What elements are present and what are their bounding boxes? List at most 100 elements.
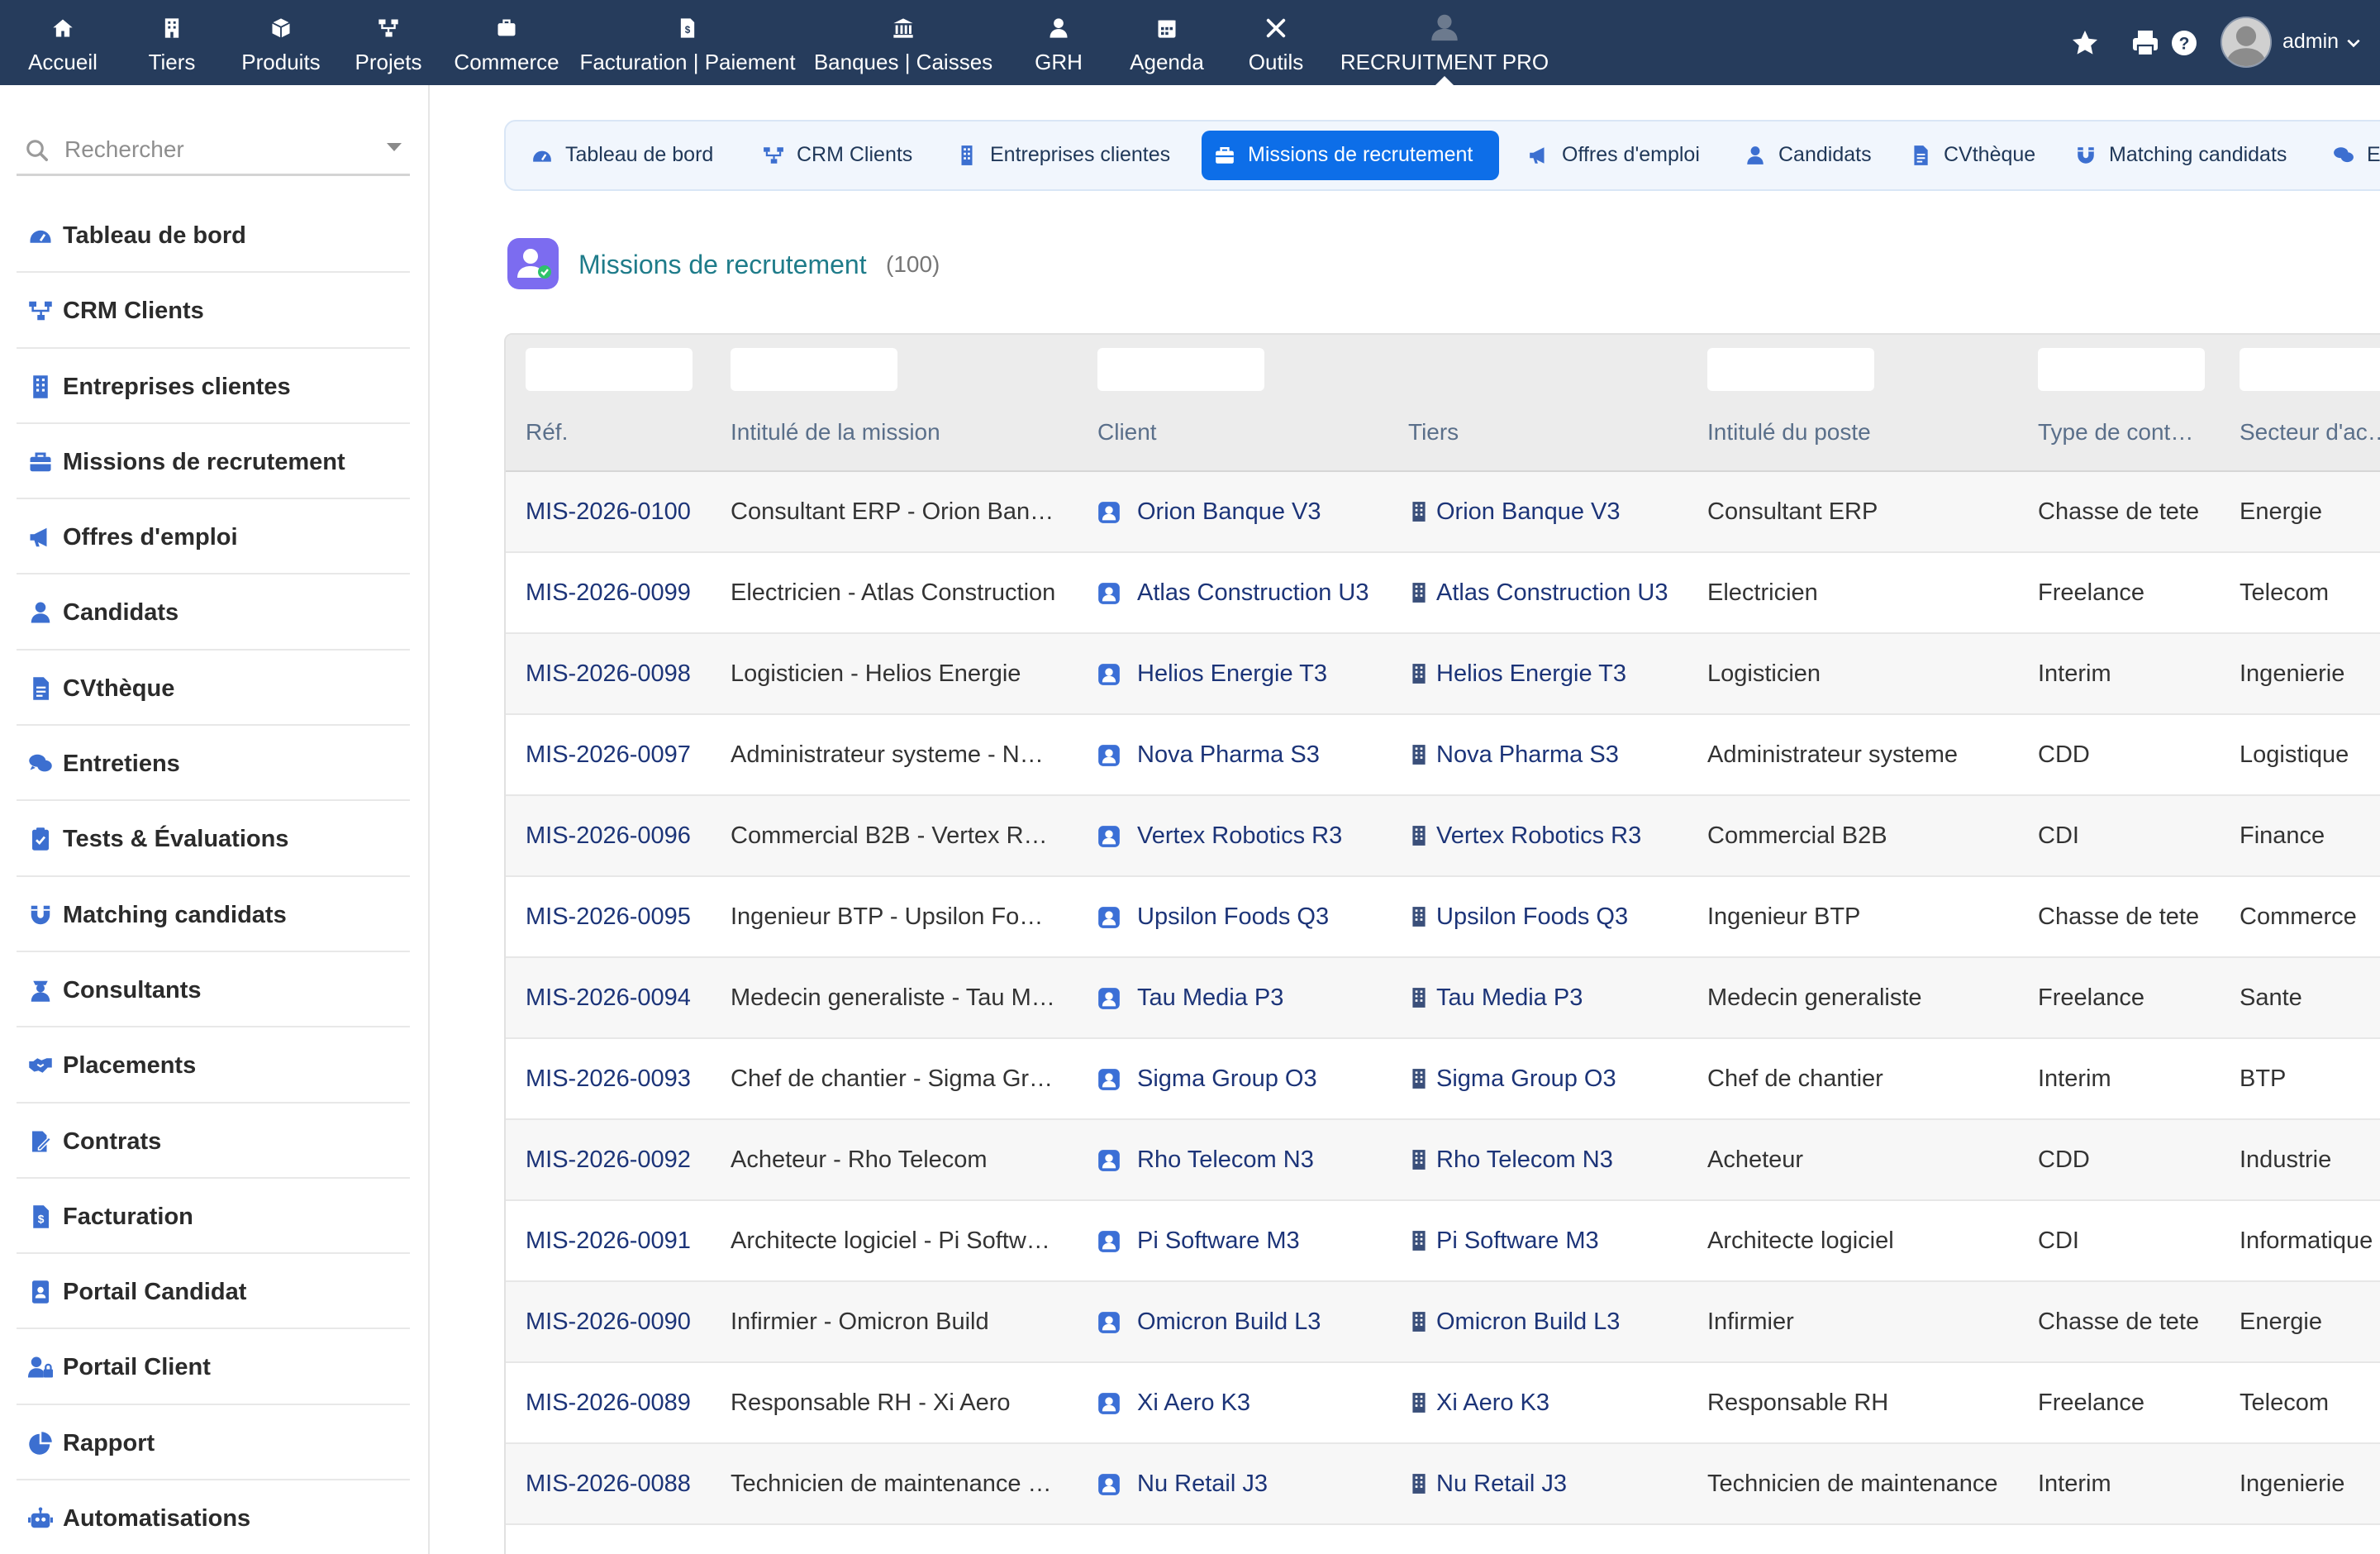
tiers-link[interactable]: Vertex Robotics R3 (1436, 822, 1701, 850)
client-link[interactable]: Sigma Group O3 (1137, 1065, 1402, 1093)
topnav-tiers[interactable]: Tiers (131, 0, 213, 85)
tiers-link[interactable]: Sigma Group O3 (1436, 1065, 1701, 1093)
column-header-poste[interactable]: Intitulé du poste (1707, 419, 1871, 446)
topnav-outils[interactable]: Outils (1238, 0, 1314, 85)
table-row[interactable]: MIS-2026-0097 Administrateur systeme - N…… (506, 715, 2380, 796)
client-link[interactable]: Nu Retail J3 (1137, 1471, 1402, 1498)
column-header-tiers[interactable]: Tiers (1408, 419, 1459, 446)
table-row[interactable]: MIS-2026-0098 Logisticien - Helios Energi… (506, 634, 2380, 715)
tab-matching-candidats[interactable]: Matching candidats (2063, 131, 2302, 180)
sidebar-item-missions-de-recrutement[interactable]: Missions de recrutement (17, 424, 410, 500)
mission-ref-link[interactable]: MIS-2026-0093 (526, 1065, 724, 1093)
avatar[interactable] (2221, 17, 2272, 68)
client-link[interactable]: Orion Banque V3 (1137, 498, 1402, 526)
tiers-link[interactable]: Orion Banque V3 (1436, 498, 1701, 526)
filter-mission[interactable] (731, 348, 897, 391)
tiers-link[interactable]: Nova Pharma S3 (1436, 741, 1701, 769)
column-header-ref[interactable]: Réf. (526, 419, 568, 446)
tab-offres-d-emploi[interactable]: Offres d'emploi (1516, 131, 1711, 180)
mission-ref-link[interactable]: MIS-2026-0088 (526, 1471, 724, 1498)
sidebar-item-tests-evaluations[interactable]: Tests & Évaluations (17, 801, 410, 877)
search-input[interactable] (64, 131, 378, 168)
tiers-link[interactable]: Helios Energie T3 (1436, 660, 1701, 688)
client-link[interactable]: Nova Pharma S3 (1137, 741, 1402, 769)
sidebar-item-rapport[interactable]: Rapport (17, 1405, 410, 1481)
client-link[interactable]: Upsilon Foods Q3 (1137, 903, 1402, 931)
sidebar-item-tableau-de-bord[interactable]: Tableau de bord (17, 198, 410, 274)
sidebar-item-crm-clients[interactable]: CRM Clients (17, 273, 410, 349)
table-row[interactable]: MIS-2026-0093 Chef de chantier - Sigma Gr… (506, 1039, 2380, 1120)
chevron-down-icon[interactable] (387, 143, 402, 151)
filter-type[interactable] (2038, 348, 2205, 391)
tiers-link[interactable]: Xi Aero K3 (1436, 1390, 1701, 1417)
column-header-type[interactable]: Type de cont… (2038, 419, 2193, 446)
mission-ref-link[interactable]: MIS-2026-0098 (526, 660, 724, 688)
tiers-link[interactable]: Atlas Construction U3 (1436, 579, 1701, 607)
client-link[interactable]: Rho Telecom N3 (1137, 1146, 1402, 1174)
sidebar-item-candidats[interactable]: Candidats (17, 574, 410, 651)
table-row[interactable] (506, 1525, 2380, 1554)
client-link[interactable]: Pi Software M3 (1137, 1227, 1402, 1255)
column-header-client[interactable]: Client (1097, 419, 1157, 446)
topnav-banques[interactable]: Banques | Caisses (813, 0, 993, 85)
topnav-grh[interactable]: GRH (1025, 0, 1092, 85)
sidebar-item-offres-d-emploi[interactable]: Offres d'emploi (17, 499, 410, 575)
mission-ref-link[interactable]: MIS-2026-0094 (526, 984, 724, 1012)
table-row[interactable]: MIS-2026-0091 Architecte logiciel - Pi So… (506, 1201, 2380, 1282)
mission-ref-link[interactable]: MIS-2026-0092 (526, 1146, 724, 1174)
mission-ref-link[interactable]: MIS-2026-0099 (526, 579, 724, 607)
tab-missions-de-recrutement[interactable]: Missions de recrutement (1202, 131, 1499, 180)
tab-crm-clients[interactable]: CRM Clients (750, 131, 927, 180)
sidebar-item-placements[interactable]: Placements (17, 1027, 410, 1104)
mission-ref-link[interactable]: MIS-2026-0089 (526, 1390, 724, 1417)
sidebar-item-entreprises-clientes[interactable]: Entreprises clientes (17, 349, 410, 424)
print-icon[interactable] (2130, 28, 2160, 58)
column-header-mission[interactable]: Intitulé de la mission (731, 419, 940, 446)
tab-cvtheque[interactable]: CVthèque (1897, 131, 2038, 180)
sidebar-item-matching-candidats[interactable]: Matching candidats (17, 877, 410, 952)
table-row[interactable]: MIS-2026-0094 Medecin generaliste - Tau M… (506, 958, 2380, 1039)
client-link[interactable]: Atlas Construction U3 (1137, 579, 1402, 607)
filter-poste[interactable] (1707, 348, 1874, 391)
mission-ref-link[interactable]: MIS-2026-0096 (526, 822, 724, 850)
tiers-link[interactable]: Rho Telecom N3 (1436, 1146, 1701, 1174)
topnav-accueil[interactable]: Accueil (17, 0, 109, 85)
mission-ref-link[interactable]: MIS-2026-0097 (526, 741, 724, 769)
star-icon[interactable] (2070, 28, 2100, 58)
sidebar-item-cvtheque[interactable]: CVthèque (17, 651, 410, 727)
mission-ref-link[interactable]: MIS-2026-0100 (526, 498, 724, 526)
client-link[interactable]: Vertex Robotics R3 (1137, 822, 1402, 850)
filter-secteur[interactable] (2240, 348, 2380, 391)
user-name[interactable]: admin (2282, 30, 2339, 54)
sidebar-item-entretiens[interactable]: Entretiens (17, 726, 410, 802)
table-row[interactable]: MIS-2026-0089 Responsable RH - Xi Aero Xi … (506, 1363, 2380, 1444)
mission-ref-link[interactable]: MIS-2026-0090 (526, 1309, 724, 1336)
table-row[interactable]: MIS-2026-0095 Ingenieur BTP - Upsilon Fo…… (506, 877, 2380, 958)
tiers-link[interactable]: Omicron Build L3 (1436, 1309, 1701, 1336)
topnav-recruitment-pro[interactable]: RECRUITMENT PRO (1339, 0, 1550, 85)
sidebar-search[interactable] (17, 128, 410, 176)
topnav-agenda[interactable]: Agenda (1124, 0, 1210, 85)
sidebar-item-automatisations[interactable]: Automatisations (17, 1480, 410, 1554)
table-row[interactable]: MIS-2026-0090 Infirmier - Omicron Build Om… (506, 1282, 2380, 1363)
tiers-link[interactable]: Nu Retail J3 (1436, 1471, 1701, 1498)
topnav-facturation[interactable]: $ Facturation | Paiement (578, 0, 797, 85)
client-link[interactable]: Xi Aero K3 (1137, 1390, 1402, 1417)
topnav-commerce[interactable]: Commerce (453, 0, 560, 85)
tiers-link[interactable]: Tau Media P3 (1436, 984, 1701, 1012)
tab-candidats[interactable]: Candidats (1732, 131, 1872, 180)
help-icon[interactable]: ? (2169, 28, 2199, 58)
topnav-produits[interactable]: Produits (235, 0, 327, 85)
filter-client[interactable] (1097, 348, 1264, 391)
client-link[interactable]: Omicron Build L3 (1137, 1309, 1402, 1336)
tiers-link[interactable]: Pi Software M3 (1436, 1227, 1701, 1255)
sidebar-item-contrats[interactable]: Contrats (17, 1104, 410, 1179)
table-row[interactable]: MIS-2026-0088 Technicien de maintenance …… (506, 1444, 2380, 1525)
tiers-link[interactable]: Upsilon Foods Q3 (1436, 903, 1701, 931)
column-header-secteur[interactable]: Secteur d'ac… (2240, 419, 2380, 446)
table-row[interactable]: MIS-2026-0099 Electricien - Atlas Constru… (506, 553, 2380, 634)
sidebar-item-facturation[interactable]: $ Facturation (17, 1179, 410, 1255)
topnav-projets[interactable]: Projets (347, 0, 430, 85)
client-link[interactable]: Tau Media P3 (1137, 984, 1402, 1012)
mission-ref-link[interactable]: MIS-2026-0095 (526, 903, 724, 931)
